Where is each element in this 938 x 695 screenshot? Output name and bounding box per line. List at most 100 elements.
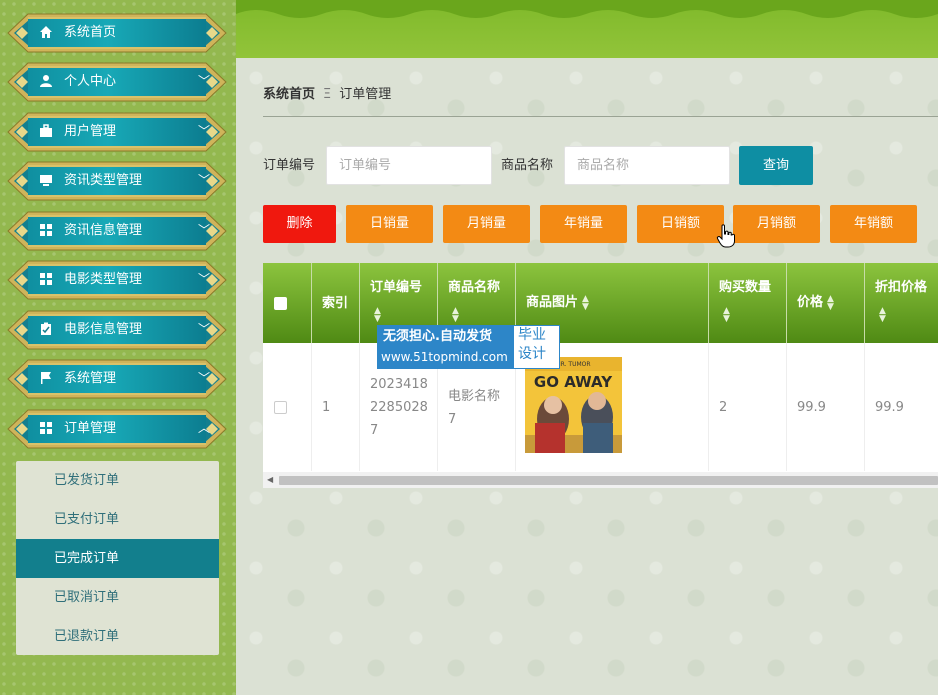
breadcrumb-current: 订单管理	[339, 87, 392, 102]
th-price[interactable]: 价格 ▲ ▼	[787, 263, 865, 343]
monitor-icon	[38, 173, 54, 189]
breadcrumb-home[interactable]: 系统首页	[263, 87, 315, 102]
breadcrumb: 系统首页 Ξ 订单管理	[263, 86, 391, 104]
clipboard-icon	[38, 322, 54, 338]
order-no-label: 订单编号	[263, 158, 316, 173]
row-checkbox[interactable]	[274, 401, 287, 414]
query-button[interactable]: 查询	[739, 146, 813, 185]
submenu-item-refunded[interactable]: 已退款订单	[16, 617, 219, 656]
yearly-sales-qty-button[interactable]: 年销量	[540, 205, 627, 243]
chevron-down-icon: ﹀	[198, 74, 211, 88]
th-quantity-label: 购买数量	[719, 280, 772, 295]
th-product-image-label: 商品图片 ▲ ▼	[526, 294, 589, 312]
product-name-input[interactable]	[564, 146, 730, 185]
chevron-down-icon: ﹀	[198, 173, 211, 187]
watermark-overlay: 无须担心.自动发货 www.51topmind.com 毕业 设计	[377, 325, 560, 369]
sidebar-item-movie-info[interactable]: 电影信息管理 ﹀	[6, 309, 228, 351]
select-all-checkbox[interactable]	[274, 297, 287, 310]
chevron-down-icon: ﹀	[198, 371, 211, 385]
sidebar-item-label: 用户管理	[64, 124, 117, 139]
monthly-sales-amt-button[interactable]: 月销额	[733, 205, 820, 243]
table-header: 索引 订单编号 ▲ ▼ 商品名称 ▲ ▼ 商品图片 ▲ ▼ 购买数量 ▲ ▼ 价格 ▲ ▼ 折…	[263, 263, 938, 343]
cell-product-name-line2: 7	[448, 412, 457, 427]
sort-icon[interactable]: ▲ ▼	[879, 307, 886, 324]
daily-sales-qty-button[interactable]: 日销量	[346, 205, 433, 243]
poster-title: GO AWAY	[534, 373, 613, 391]
submenu-item-cancelled[interactable]: 已取消订单	[16, 578, 219, 617]
th-price-text: 价格	[797, 295, 824, 310]
yearly-sales-amt-button[interactable]: 年销额	[830, 205, 917, 243]
sidebar-item-news-type[interactable]: 资讯类型管理 ﹀	[6, 160, 228, 202]
table-row-select	[263, 343, 312, 471]
submenu-item-completed[interactable]: 已完成订单	[16, 539, 219, 578]
sidebar: 系统首页 个人中心 ﹀ 用户管理 ﹀ 资讯类型管理 ﹀ 资讯信息管理 ﹀ 电影类…	[0, 0, 236, 695]
submenu-item-paid[interactable]: 已支付订单	[16, 500, 219, 539]
th-product-image-text: 商品图片	[526, 295, 579, 310]
cell-price: 99.9	[787, 343, 865, 471]
sidebar-item-personal-center[interactable]: 个人中心 ﹀	[6, 61, 228, 103]
chevron-down-icon: ﹀	[198, 322, 211, 336]
breadcrumb-divider	[263, 116, 938, 117]
grid-icon	[38, 223, 54, 239]
scrollbar-thumb[interactable]	[279, 476, 938, 485]
nav-body	[28, 66, 206, 98]
grid-icon	[38, 272, 54, 288]
sidebar-item-news-info[interactable]: 资讯信息管理 ﹀	[6, 210, 228, 252]
user-icon	[38, 74, 54, 90]
top-header-bar	[236, 0, 938, 58]
watermark-left: 无须担心.自动发货 www.51topmind.com	[377, 325, 513, 369]
chevron-down-icon: ﹀	[198, 124, 211, 138]
nav-body	[28, 17, 206, 49]
delete-button[interactable]: 删除	[263, 205, 336, 243]
cell-order-no-line3: 7	[370, 423, 379, 438]
watermark-right: 毕业 设计	[513, 325, 560, 369]
grid-icon	[38, 421, 54, 437]
nav-body	[28, 413, 206, 445]
th-discount-price-label: 折扣价格	[875, 280, 928, 295]
sidebar-item-movie-type[interactable]: 电影类型管理 ﹀	[6, 259, 228, 301]
th-order-no-label: 订单编号	[370, 280, 423, 295]
sort-icon[interactable]: ▲ ▼	[374, 307, 381, 324]
cell-quantity: 2	[709, 343, 787, 471]
order-no-input[interactable]	[326, 146, 492, 185]
watermark-right1: 毕业	[518, 327, 546, 343]
sort-icon[interactable]: ▲ ▼	[452, 307, 459, 324]
cell-discount-price-value: 99.9	[875, 400, 904, 415]
th-discount-price[interactable]: 折扣价格 ▲ ▼	[865, 263, 938, 343]
cell-order-no-line1: 2023418	[370, 377, 428, 392]
flag-icon	[38, 371, 54, 387]
breadcrumb-separator: Ξ	[323, 87, 332, 102]
th-index-label: 索引	[322, 296, 349, 311]
sort-icon[interactable]: ▲ ▼	[723, 307, 730, 324]
nav-body	[28, 363, 206, 395]
sidebar-item-label: 系统管理	[64, 371, 117, 386]
th-select	[263, 263, 312, 343]
sidebar-item-system-management[interactable]: 系统管理 ﹀	[6, 358, 228, 400]
sidebar-item-label: 订单管理	[64, 421, 117, 436]
sidebar-item-user-management[interactable]: 用户管理 ﹀	[6, 111, 228, 153]
sidebar-item-order-management[interactable]: 订单管理 ︿	[6, 408, 228, 450]
sidebar-item-label: 资讯类型管理	[64, 173, 143, 188]
submenu-item-shipped[interactable]: 已发货订单	[16, 461, 219, 500]
cell-index-value: 1	[322, 400, 331, 415]
chevron-up-icon: ︿	[198, 421, 211, 435]
cell-index: 1	[312, 343, 360, 471]
daily-sales-amt-button[interactable]: 日销额	[637, 205, 724, 243]
sort-icon[interactable]: ▲ ▼	[827, 294, 834, 311]
product-poster-image: MR. TUMOR GO AWAY	[525, 357, 622, 453]
horizontal-scrollbar[interactable]: ◀	[263, 472, 938, 488]
cell-discount-price: 99.9	[865, 343, 938, 471]
order-submenu: 已发货订单 已支付订单 已完成订单 已取消订单 已退款订单	[16, 461, 219, 655]
th-price-label: 价格 ▲ ▼	[797, 294, 834, 312]
sort-icon[interactable]: ▲ ▼	[582, 294, 589, 311]
monthly-sales-qty-button[interactable]: 月销量	[443, 205, 530, 243]
header-wave	[236, 0, 938, 18]
th-index: 索引	[312, 263, 360, 343]
poster-subtitle: MR. TUMOR	[555, 361, 590, 368]
scroll-left-arrow-icon[interactable]: ◀	[267, 475, 273, 484]
sidebar-item-home[interactable]: 系统首页	[6, 12, 228, 54]
sidebar-item-label: 系统首页	[64, 25, 117, 40]
cell-quantity-value: 2	[719, 400, 728, 415]
th-quantity[interactable]: 购买数量 ▲ ▼	[709, 263, 787, 343]
cell-price-value: 99.9	[797, 400, 826, 415]
